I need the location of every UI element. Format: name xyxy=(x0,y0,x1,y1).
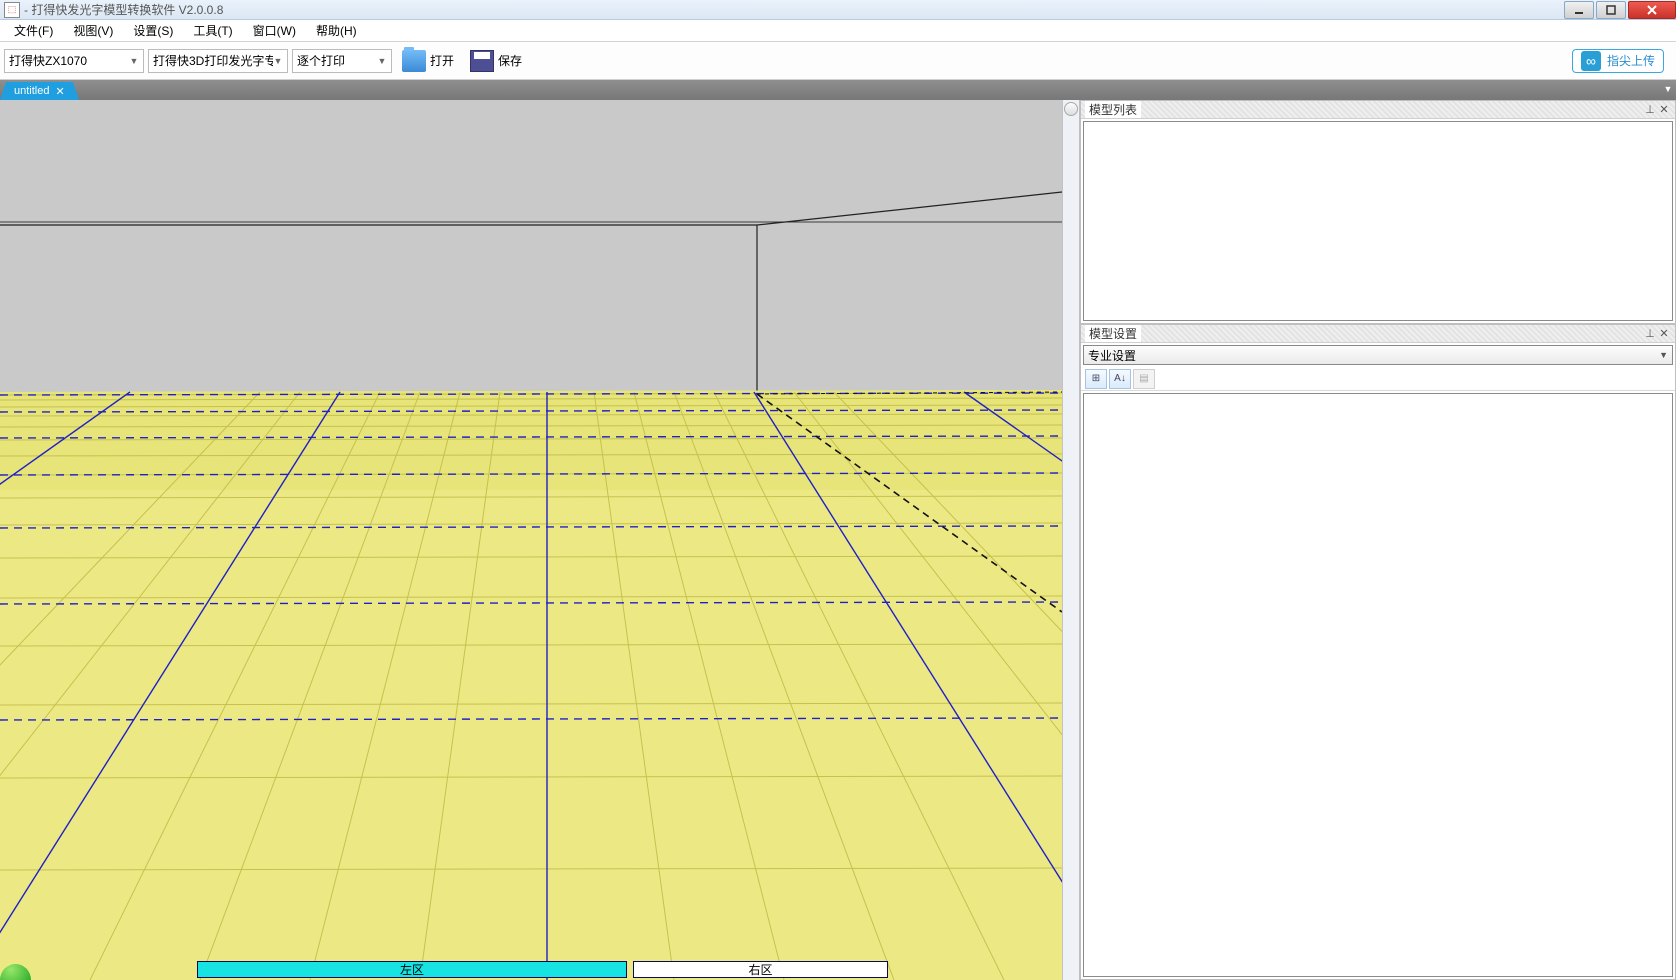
printer-model-value: 打得快ZX1070 xyxy=(9,52,129,69)
cloud-upload-button[interactable]: ∞ 指尖上传 xyxy=(1572,49,1664,73)
minimize-button[interactable] xyxy=(1564,1,1594,19)
menu-file[interactable]: 文件(F) xyxy=(4,20,63,41)
open-button[interactable]: 打开 xyxy=(396,48,460,74)
menu-view[interactable]: 视图(V) xyxy=(63,20,123,41)
menu-window[interactable]: 窗口(W) xyxy=(243,20,306,41)
property-grid[interactable] xyxy=(1083,393,1673,977)
cloud-icon: ∞ xyxy=(1581,51,1601,71)
menu-settings[interactable]: 设置(S) xyxy=(123,20,183,41)
printer-model-combo[interactable]: 打得快ZX1070 ▼ xyxy=(4,49,144,73)
profile-combo[interactable]: 打得快3D打印发光字专用 ▼ xyxy=(148,49,288,73)
print-mode-combo[interactable]: 逐个打印 ▼ xyxy=(292,49,392,73)
panel-header-model-list[interactable]: 模型列表 ⊥ ✕ xyxy=(1081,101,1675,119)
viewport-3d[interactable] xyxy=(0,100,1062,980)
maximize-button[interactable] xyxy=(1596,1,1626,19)
app-icon: ⬚ xyxy=(4,2,20,18)
menu-help[interactable]: 帮助(H) xyxy=(306,20,367,41)
model-list-box[interactable] xyxy=(1083,121,1673,321)
save-button[interactable]: 保存 xyxy=(464,48,528,74)
pin-icon[interactable]: ⊥ xyxy=(1643,103,1657,117)
pin-icon[interactable]: ⊥ xyxy=(1643,327,1657,341)
right-column: 模型列表 ⊥ ✕ 模型设置 ⊥ ✕ 专业设置 ▼ xyxy=(1080,100,1676,980)
titlebar: ⬚ - 打得快发光字模型转换软件 V2.0.0.8 xyxy=(0,0,1676,20)
settings-profile-combo[interactable]: 专业设置 ▼ xyxy=(1083,345,1673,365)
grid-canvas xyxy=(0,100,1062,980)
panel-title: 模型列表 xyxy=(1085,101,1141,118)
region-left-button[interactable]: 左区 xyxy=(197,961,627,978)
folder-icon xyxy=(402,50,426,72)
close-button[interactable] xyxy=(1628,1,1676,19)
menubar: 文件(F) 视图(V) 设置(S) 工具(T) 窗口(W) 帮助(H) xyxy=(0,20,1676,42)
chevron-down-icon: ▼ xyxy=(129,56,139,66)
window-title: - 打得快发光字模型转换软件 V2.0.0.8 xyxy=(24,1,223,18)
panel-model-settings: 模型设置 ⊥ ✕ 专业设置 ▼ ⊞ A↓ ▤ xyxy=(1080,324,1676,980)
panel-header-model-settings[interactable]: 模型设置 ⊥ ✕ xyxy=(1081,325,1675,343)
chevron-down-icon: ▼ xyxy=(377,56,387,66)
viewport-container: 左区 右区 xyxy=(0,100,1080,980)
region-right-button[interactable]: 右区 xyxy=(633,961,888,978)
viewport-scrollbar[interactable] xyxy=(1062,100,1079,980)
document-tabstrip: untitled ✕ ▼ xyxy=(0,80,1676,100)
tab-overflow-button[interactable]: ▼ xyxy=(1662,82,1674,96)
panel-model-list: 模型列表 ⊥ ✕ xyxy=(1080,100,1676,324)
save-label: 保存 xyxy=(498,52,522,69)
open-label: 打开 xyxy=(430,52,454,69)
alphabetic-view-button[interactable]: A↓ xyxy=(1109,369,1131,389)
panel-close-icon[interactable]: ✕ xyxy=(1657,103,1671,117)
upload-label: 指尖上传 xyxy=(1607,52,1655,69)
scrollbar-thumb[interactable] xyxy=(1064,102,1078,116)
property-grid-toolbar: ⊞ A↓ ▤ xyxy=(1081,367,1675,391)
save-icon xyxy=(470,50,494,72)
menu-tools[interactable]: 工具(T) xyxy=(183,20,242,41)
toolbar: 打得快ZX1070 ▼ 打得快3D打印发光字专用 ▼ 逐个打印 ▼ 打开 保存 … xyxy=(0,42,1676,80)
panel-close-icon[interactable]: ✕ xyxy=(1657,327,1671,341)
chevron-down-icon: ▼ xyxy=(1659,350,1668,360)
print-mode-value: 逐个打印 xyxy=(297,52,377,69)
categorized-view-button[interactable]: ⊞ xyxy=(1085,369,1107,389)
tab-close-icon[interactable]: ✕ xyxy=(55,85,64,98)
tab-untitled[interactable]: untitled ✕ xyxy=(6,82,73,100)
chevron-down-icon: ▼ xyxy=(273,56,283,66)
profile-value: 打得快3D打印发光字专用 xyxy=(153,52,273,69)
settings-profile-value: 专业设置 xyxy=(1088,347,1136,364)
region-bar: 左区 右区 xyxy=(197,961,888,978)
tab-label: untitled xyxy=(14,85,49,97)
property-pages-button[interactable]: ▤ xyxy=(1133,369,1155,389)
workspace: 左区 右区 模型列表 ⊥ ✕ 模型设置 ⊥ ✕ xyxy=(0,100,1676,980)
panel-title: 模型设置 xyxy=(1085,325,1141,342)
